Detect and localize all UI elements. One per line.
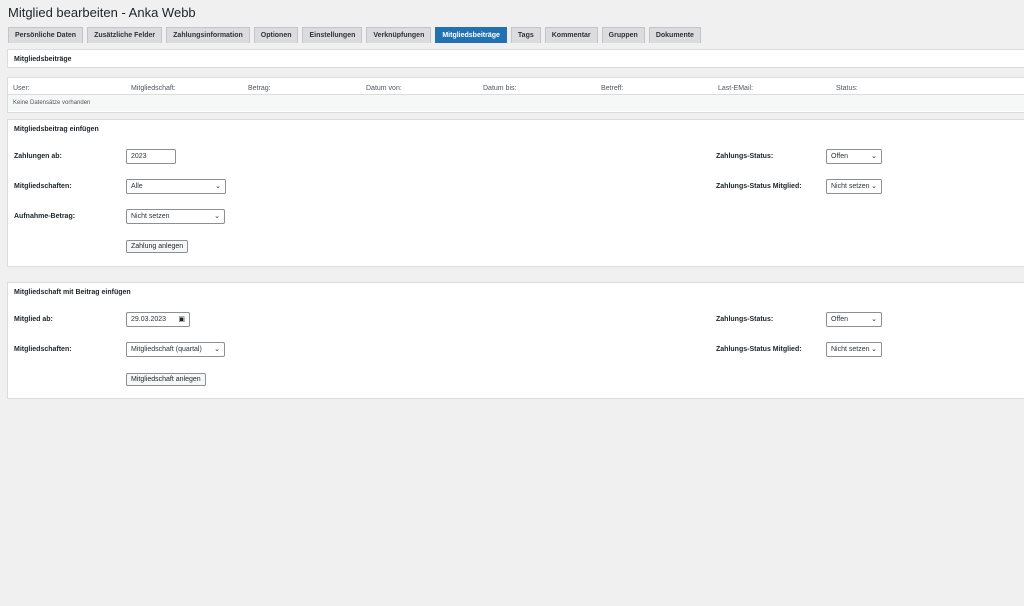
column-header-betrag: Betrag: — [248, 85, 271, 92]
mitgliedschaften-select[interactable]: Alle ⌄ — [126, 179, 226, 194]
mitglied-ab-value: 29.03.2023 — [131, 316, 167, 323]
column-header-status: Status: — [836, 85, 858, 92]
beitraege-header-box: Mitgliedsbeiträge — [7, 49, 1024, 68]
column-header-last-email: Last-EMail: — [718, 85, 754, 92]
tab-optionen[interactable]: Optionen — [253, 27, 299, 43]
chevron-down-icon: ⌄ — [214, 213, 220, 220]
beitrag-einfuegen-box: Mitgliedsbeitrag einfügen Zahlungen ab: … — [7, 119, 1024, 267]
tab-persoenliche-daten[interactable]: Persönliche Daten — [8, 27, 84, 43]
column-header-betreff: Betreff: — [601, 85, 624, 92]
mitgliedschaft-anlegen-button[interactable]: Mitgliedschaft anlegen — [126, 373, 206, 386]
aufnahme-betrag-select[interactable]: Nicht setzen ⌄ — [126, 209, 225, 224]
mitgliedschaften-value: Mitgliedschaft (quartal) — [131, 346, 202, 353]
tab-tags[interactable]: Tags — [510, 27, 541, 43]
tab-gruppen[interactable]: Gruppen — [601, 27, 645, 43]
calendar-icon[interactable]: ▣ — [178, 313, 185, 326]
mitglied-ab-date-input[interactable]: 29.03.2023 ▣ — [126, 312, 190, 327]
zahlungs-status-mitglied-select[interactable]: Nicht setzen ⌄ — [826, 179, 882, 194]
zahlungen-ab-label: Zahlungen ab: — [14, 153, 62, 160]
zahlungen-ab-value: 2023 — [131, 153, 147, 160]
tab-verknuepfungen[interactable]: Verknüpfungen — [366, 27, 432, 43]
zahlungs-status-mitglied-label: Zahlungs-Status Mitglied: — [716, 183, 802, 190]
beitraege-title: Mitgliedsbeiträge — [14, 56, 72, 63]
beitraege-table: User: Mitgliedschaft: Betrag: Datum von:… — [7, 77, 1024, 113]
chevron-down-icon: ⌄ — [871, 346, 877, 353]
zahlungs-status-label: Zahlungs-Status: — [716, 153, 774, 160]
zahlungs-status-select[interactable]: Offen ⌄ — [826, 149, 882, 164]
mitgliedschaft-einfuegen-title: Mitgliedschaft mit Beitrag einfügen — [14, 289, 131, 296]
zahlungs-status-mitglied-value: Nicht setzen — [831, 346, 870, 353]
empty-message: Keine Datensätze vorhanden — [13, 100, 91, 106]
zahlungs-status-select[interactable]: Offen ⌄ — [826, 312, 882, 327]
chevron-down-icon: ⌄ — [871, 153, 877, 160]
zahlungs-status-mitglied-value: Nicht setzen — [831, 183, 870, 190]
mitgliedschaften-label: Mitgliedschaften: — [14, 346, 72, 353]
column-header-user: User: — [13, 85, 30, 92]
zahlungs-status-mitglied-label: Zahlungs-Status Mitglied: — [716, 346, 802, 353]
chevron-down-icon: ⌄ — [871, 183, 877, 190]
chevron-down-icon: ⌄ — [214, 346, 220, 353]
zahlungs-status-value: Offen — [831, 153, 848, 160]
zahlung-anlegen-button[interactable]: Zahlung anlegen — [126, 240, 189, 253]
mitgliedschaft-einfuegen-box: Mitgliedschaft mit Beitrag einfügen Mitg… — [7, 282, 1024, 399]
tab-zahlungsinformation[interactable]: Zahlungsinformation — [166, 27, 250, 43]
column-header-datum-bis: Datum bis: — [483, 85, 517, 92]
chevron-down-icon: ⌄ — [215, 183, 221, 190]
tab-einstellungen[interactable]: Einstellungen — [302, 27, 363, 43]
chevron-down-icon: ⌄ — [871, 316, 877, 323]
mitgliedschaften-label: Mitgliedschaften: — [14, 183, 72, 190]
page-title: Mitglied bearbeiten - Anka Webb — [8, 5, 196, 20]
aufnahme-betrag-value: Nicht setzen — [131, 213, 170, 220]
tab-dokumente[interactable]: Dokumente — [648, 27, 701, 43]
mitglied-ab-label: Mitglied ab: — [14, 316, 53, 323]
mitgliedschaften-value: Alle — [131, 183, 143, 190]
mitgliedschaften-select[interactable]: Mitgliedschaft (quartal) ⌄ — [126, 342, 225, 357]
column-header-mitgliedschaft: Mitgliedschaft: — [131, 85, 176, 92]
zahlungen-ab-input[interactable]: 2023 — [126, 149, 176, 164]
tab-bar: Persönliche Daten Zusätzliche Felder Zah… — [8, 27, 701, 43]
tab-zusaetzliche-felder[interactable]: Zusätzliche Felder — [87, 27, 163, 43]
aufnahme-betrag-label: Aufnahme-Betrag: — [14, 213, 76, 220]
tab-mitgliedsbeitraege[interactable]: Mitgliedsbeiträge — [435, 27, 507, 43]
column-header-datum-von: Datum von: — [366, 85, 402, 92]
zahlungs-status-value: Offen — [831, 316, 848, 323]
tab-kommentar[interactable]: Kommentar — [544, 27, 598, 43]
zahlungs-status-label: Zahlungs-Status: — [716, 316, 774, 323]
table-row: Keine Datensätze vorhanden — [8, 94, 1024, 111]
zahlungs-status-mitglied-select[interactable]: Nicht setzen ⌄ — [826, 342, 882, 357]
beitrag-einfuegen-title: Mitgliedsbeitrag einfügen — [14, 126, 99, 133]
